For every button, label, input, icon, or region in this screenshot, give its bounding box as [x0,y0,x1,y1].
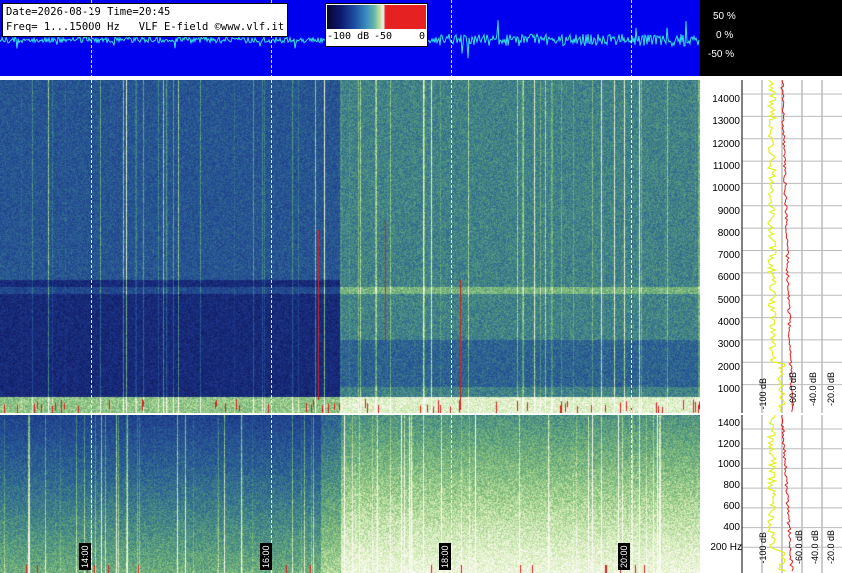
spectrogram-upper-image [0,80,700,413]
freq-label-upper: 13000 [712,116,740,128]
time-label-18: 18:00 [439,543,451,570]
db-scale-label-max: 0 [419,31,426,42]
freq-label-upper: 9000 [717,205,740,217]
freq-label-upper: 8000 [717,227,740,239]
date-time-text: Date=2026-08-19 Time=20:45 [6,6,171,18]
waveform-panel: Date=2026-08-19 Time=20:45 Freq= 1...150… [0,0,700,76]
freq-label-lower: 600 [723,500,740,512]
bp-label-upper-100: -100 dB [758,378,768,410]
bp-label-lower-20: -20.0 dB [826,530,836,565]
freq-label-lower: 200 Hz [710,542,742,554]
info-box: Date=2026-08-19 Time=20:45 Freq= 1...150… [2,3,289,37]
freq-label-upper: 2000 [717,361,740,373]
hour-line-3 [451,0,452,573]
freq-label-lower: 1200 [717,438,740,450]
bp-label-lower-100: -100 dB [758,532,768,564]
freq-label-upper: 14000 [712,94,740,105]
hour-line-1 [91,0,92,573]
bp-label-lower-60: -60.0 dB [794,530,804,565]
time-label-16: 16:00 [260,543,272,570]
bp-label-lower-40: -40.0 dB [810,530,820,565]
freq-label-lower: 1400 [717,418,740,429]
freq-label-upper: 4000 [717,317,740,328]
waveform-scale-minus50: -50 % [708,49,735,60]
time-label-14: 14:00 [79,543,91,570]
db-scale-label-mid: -50 [374,31,393,42]
db-color-gradient [327,5,426,29]
freq-label-upper: 3000 [717,339,740,351]
time-label-20: 20:00 [618,543,630,570]
db-scale-label-min: -100 dB [327,31,370,42]
spectrogram-upper [0,80,700,413]
freq-label-lower: 1000 [717,459,740,471]
freq-label-upper: 7000 [717,250,740,262]
vlf-spectrogram-display: Date=2026-08-19 Time=20:45 Freq= 1...150… [0,0,842,573]
freq-label-lower: 400 [723,521,740,533]
freq-label-lower: 800 [723,480,740,492]
hour-line-2 [271,0,272,573]
waveform-scale-50: 50 % [713,11,736,22]
bp-label-upper-20: -20.0 dB [826,372,836,407]
spectrogram-lower [0,415,700,573]
freq-label-upper: 11000 [712,160,740,172]
frequency-text: Freq= 1...15000 Hz VLF E-field ©www.vlf.… [6,21,285,33]
freq-label-upper: 6000 [717,272,740,284]
freq-label-upper: 10000 [712,183,740,195]
spectrogram-lower-image [0,415,700,573]
db-color-scale: -100 dB -50 0 [325,3,428,47]
waveform-scale-0: 0 % [716,30,734,41]
freq-label-upper: 1000 [717,383,740,395]
freq-label-upper: 5000 [717,294,740,306]
hour-line-4 [631,0,632,573]
bp-label-upper-60: -60.0 dB [788,372,798,407]
freq-label-upper: 12000 [712,138,740,150]
bp-label-upper-40: -40.0 dB [808,372,818,407]
